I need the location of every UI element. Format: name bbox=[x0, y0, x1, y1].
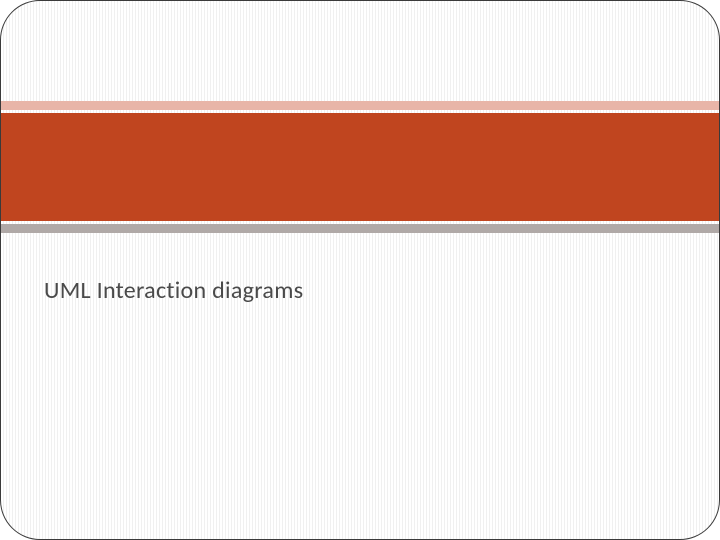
slide-title: UML Interaction diagrams bbox=[44, 276, 303, 305]
slide-container: UML Interaction diagrams bbox=[0, 0, 720, 540]
main-color-band bbox=[1, 113, 719, 221]
top-accent-bar bbox=[1, 101, 719, 110]
bottom-accent-bar bbox=[1, 224, 719, 233]
